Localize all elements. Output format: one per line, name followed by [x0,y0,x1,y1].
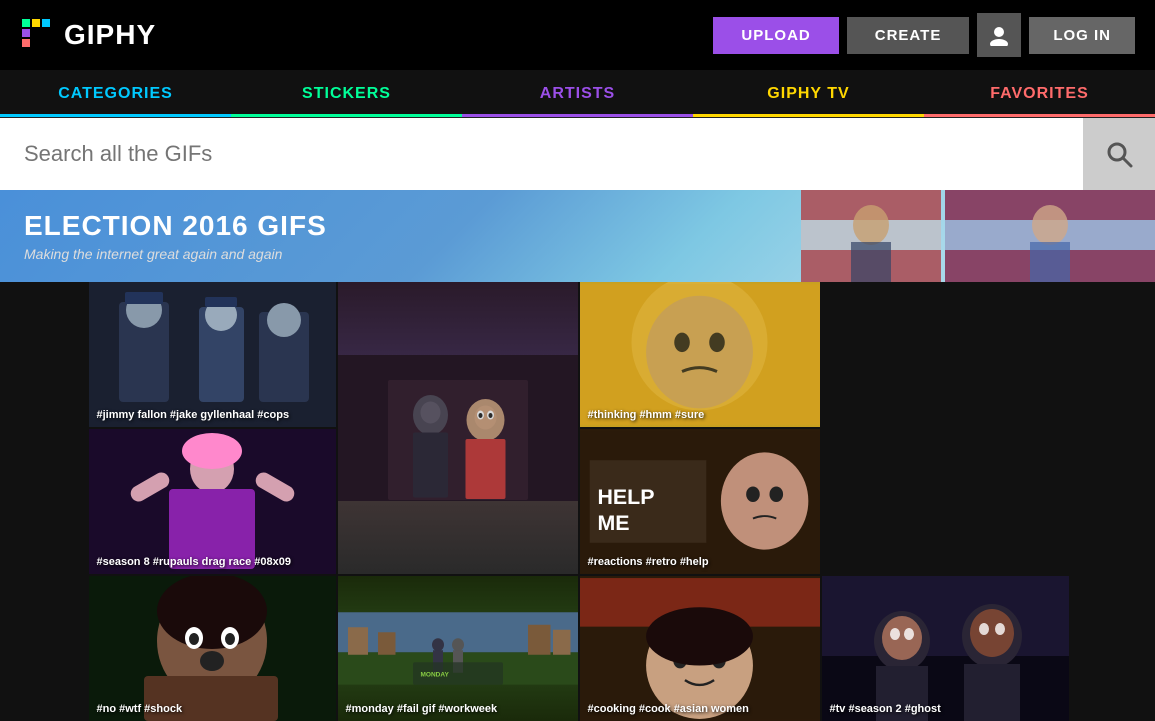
create-button[interactable]: CREATE [847,17,970,54]
tab-giphytv[interactable]: GIPHY TV [693,70,924,117]
banner-text: ELECTION 2016 GIFS Making the internet g… [24,210,327,262]
logo-text: GIPHY [64,19,156,51]
gif-item-cooking[interactable]: #cooking #cook #asian women [580,576,820,721]
banner-subtitle: Making the internet great again and agai… [24,246,327,262]
header: GIPHY UPLOAD CREATE LOG IN [0,0,1155,70]
gif-tag-cops: #jimmy fallon #jake gyllenhaal #cops [97,409,290,421]
header-actions: UPLOAD CREATE LOG IN [713,13,1135,57]
logo-area: GIPHY [20,17,156,53]
upload-button[interactable]: UPLOAD [713,17,838,54]
election-banner[interactable]: ELECTION 2016 GIFS Making the internet g… [0,190,1155,282]
gif-tag-monday: #monday #fail gif #workweek [346,703,498,715]
gif-item-think[interactable]: #thinking #hmm #sure [580,282,820,427]
svg-text:ME: ME [597,511,629,535]
search-input[interactable] [0,141,1083,167]
svg-text:HELP: HELP [597,485,654,509]
giphy-logo-icon [20,17,56,53]
gif-tag-shock: #no #wtf #shock [97,703,183,715]
gif-tag-tv: #tv #season 2 #ghost [830,703,941,715]
gif-item-help[interactable]: HELP ME #reactions #retro #help [580,429,820,574]
banner-images [801,190,1155,282]
tab-favorites[interactable]: FAVORITES [924,70,1155,117]
banner-title: ELECTION 2016 GIFS [24,210,327,242]
user-icon [988,24,1010,46]
gif-tag-think: #thinking #hmm #sure [588,409,705,421]
gif-tag-help: #reactions #retro #help [588,556,709,568]
tab-stickers[interactable]: STICKERS [231,70,462,117]
search-button[interactable] [1083,118,1155,190]
tab-artists[interactable]: ARTISTS [462,70,693,117]
banner-image-hillary [945,190,1155,282]
gif-item-monday[interactable]: MONDAY #monday #fail gif #workweek [338,576,578,721]
nav-tabs: CATEGORIES STICKERS ARTISTS GIPHY TV FAV… [0,70,1155,118]
gif-item-tv[interactable]: #tv #season 2 #ghost [822,576,1069,721]
user-icon-button[interactable] [977,13,1021,57]
banner-image-trump [801,190,941,282]
gif-tag-cooking: #cooking #cook #asian women [588,703,749,715]
gif-item-center[interactable] [338,282,578,574]
tab-categories[interactable]: CATEGORIES [0,70,231,117]
gif-item-cops[interactable]: #jimmy fallon #jake gyllenhaal #cops [89,282,336,427]
gif-item-shock[interactable]: #no #wtf #shock [89,576,336,721]
gif-tag-drag: #season 8 #rupauls drag race #08x09 [97,556,291,568]
search-bar [0,118,1155,190]
gif-item-drag[interactable]: #season 8 #rupauls drag race #08x09 [89,429,336,574]
search-icon [1105,140,1133,168]
svg-text:MONDAY: MONDAY [420,671,449,678]
gif-grid: #jimmy fallon #jake gyllenhaal #cops #th… [89,282,1067,721]
login-button[interactable]: LOG IN [1029,17,1135,54]
